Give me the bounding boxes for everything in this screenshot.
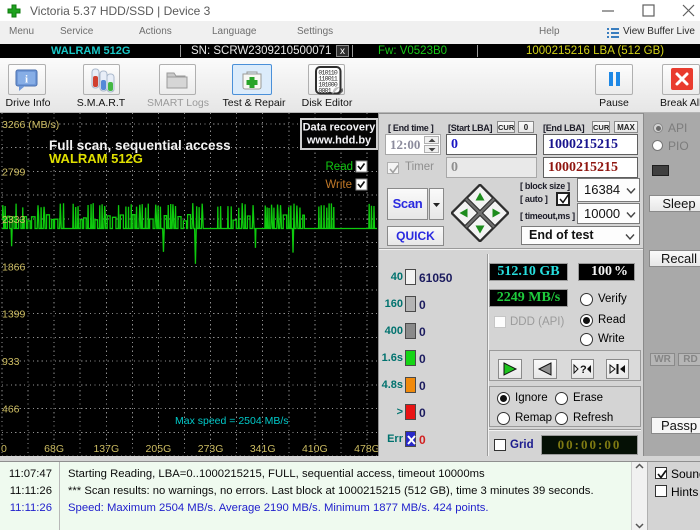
svg-text:410G: 410G (302, 443, 328, 455)
svg-text:466: 466 (2, 404, 20, 416)
svg-text:205G: 205G (146, 443, 172, 455)
svg-text:2333: 2333 (2, 214, 26, 226)
svg-text:WALRAM 512G: WALRAM 512G (49, 151, 143, 166)
svg-text:478G: 478G (354, 443, 378, 455)
svg-text:68G: 68G (44, 443, 64, 455)
svg-text:0001: 0001 (318, 87, 331, 94)
svg-text:Data recovery: Data recovery (303, 122, 377, 134)
svg-text:933: 933 (2, 356, 20, 368)
svg-text:Write: Write (325, 179, 352, 191)
svg-text:2799: 2799 (2, 166, 26, 178)
svg-text:273G: 273G (198, 443, 224, 455)
svg-text:0: 0 (1, 443, 7, 455)
svg-text:3266 (MB/s): 3266 (MB/s) (2, 119, 59, 131)
svg-text:1399: 1399 (2, 309, 26, 321)
svg-text:www.hdd.by: www.hdd.by (306, 135, 372, 147)
svg-text:1866: 1866 (2, 261, 26, 273)
svg-text:Read: Read (326, 161, 354, 173)
svg-text:137G: 137G (93, 443, 119, 455)
svg-text:341G: 341G (250, 443, 276, 455)
svg-text:Max speed = 2504 MB/s: Max speed = 2504 MB/s (175, 415, 289, 427)
svg-text:i: i (25, 74, 28, 86)
svg-text:?: ? (580, 364, 587, 376)
